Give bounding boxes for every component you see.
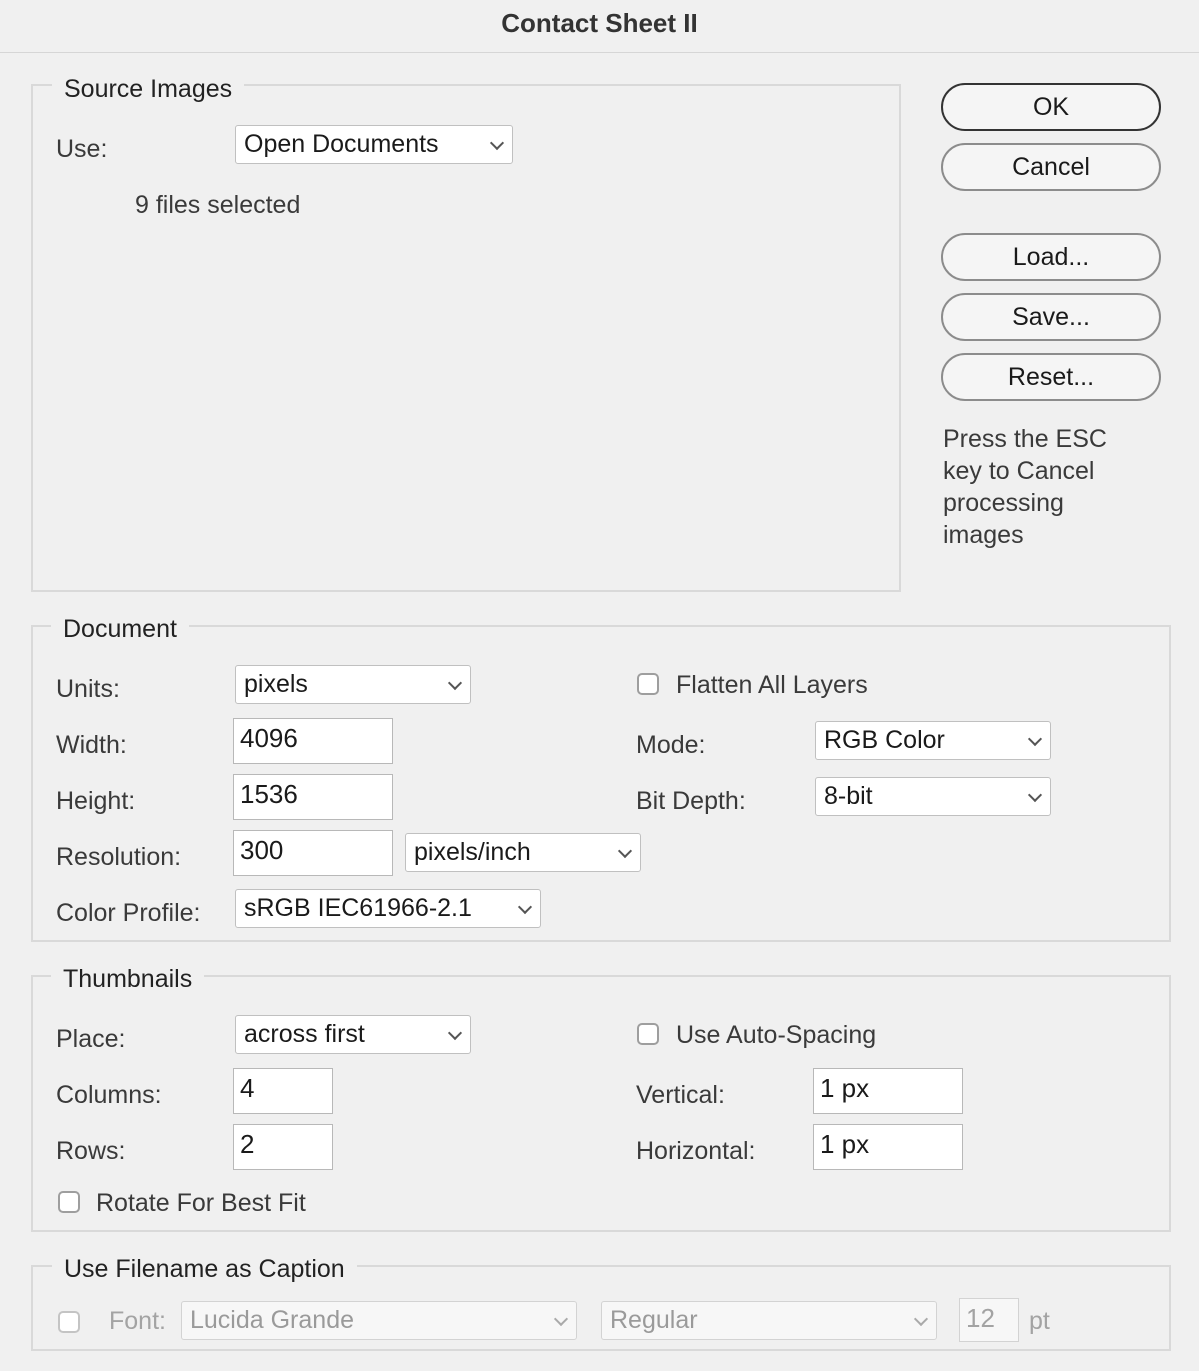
- rotate-checkbox[interactable]: [58, 1191, 80, 1213]
- chevron-down-icon: [1027, 731, 1043, 747]
- font-style-select[interactable]: Regular: [601, 1301, 937, 1340]
- ok-button[interactable]: OK: [941, 83, 1161, 131]
- width-field[interactable]: 4096: [233, 718, 393, 764]
- rotate-label[interactable]: Rotate For Best Fit: [96, 1188, 306, 1218]
- resolution-label: Resolution:: [56, 843, 182, 871]
- columns-field[interactable]: 4: [233, 1068, 333, 1114]
- mode-select-value: RGB Color: [824, 726, 945, 754]
- mode-label: Mode:: [636, 731, 706, 759]
- chevron-down-icon: [489, 135, 505, 151]
- rows-field[interactable]: 2: [233, 1124, 333, 1170]
- load-button[interactable]: Load...: [941, 233, 1161, 281]
- font-size-unit: pt: [1029, 1307, 1050, 1335]
- chevron-down-icon: [617, 843, 633, 859]
- mode-select[interactable]: RGB Color: [815, 721, 1051, 760]
- height-label: Height:: [56, 787, 136, 815]
- use-select[interactable]: Open Documents: [235, 125, 513, 164]
- window-title: Contact Sheet II: [0, 0, 1199, 53]
- chevron-down-icon: [447, 1025, 463, 1041]
- bit-depth-label: Bit Depth:: [636, 787, 746, 815]
- save-button[interactable]: Save...: [941, 293, 1161, 341]
- bit-depth-select-value: 8-bit: [824, 782, 873, 810]
- caption-checkbox[interactable]: [58, 1311, 80, 1333]
- thumbnails-title: Thumbnails: [51, 964, 205, 994]
- units-label: Units:: [56, 675, 120, 703]
- font-label: Font:: [109, 1307, 166, 1335]
- resolution-field[interactable]: 300: [233, 830, 393, 876]
- place-select[interactable]: across first: [235, 1015, 471, 1054]
- color-profile-value: sRGB IEC61966-2.1: [244, 894, 472, 922]
- units-select-value: pixels: [244, 670, 308, 698]
- chevron-down-icon: [1027, 787, 1043, 803]
- reset-button[interactable]: Reset...: [941, 353, 1161, 401]
- vertical-label: Vertical:: [636, 1081, 725, 1109]
- font-style-value: Regular: [610, 1306, 698, 1334]
- flatten-label[interactable]: Flatten All Layers: [676, 670, 868, 700]
- document-title: Document: [51, 614, 189, 644]
- esc-note-line: processing: [943, 489, 1064, 517]
- color-profile-select[interactable]: sRGB IEC61966-2.1: [235, 889, 541, 928]
- font-select[interactable]: Lucida Grande: [181, 1301, 577, 1340]
- width-label: Width:: [56, 731, 127, 759]
- place-label: Place:: [56, 1025, 126, 1053]
- font-select-value: Lucida Grande: [190, 1306, 355, 1334]
- caption-title: Use Filename as Caption: [52, 1254, 357, 1284]
- chevron-down-icon: [913, 1311, 929, 1327]
- vertical-field[interactable]: 1 px: [813, 1068, 963, 1114]
- color-profile-label: Color Profile:: [56, 899, 201, 927]
- resolution-unit-value: pixels/inch: [414, 838, 531, 866]
- cancel-button[interactable]: Cancel: [941, 143, 1161, 191]
- resolution-unit-select[interactable]: pixels/inch: [405, 833, 641, 872]
- esc-note: Press the ESC key to Cancel processing i…: [943, 423, 1143, 551]
- chevron-down-icon: [553, 1311, 569, 1327]
- chevron-down-icon: [517, 899, 533, 915]
- auto-spacing-label[interactable]: Use Auto-Spacing: [676, 1020, 876, 1050]
- use-label: Use:: [56, 135, 108, 163]
- auto-spacing-checkbox[interactable]: [637, 1023, 659, 1045]
- esc-note-line: key to Cancel: [943, 457, 1095, 485]
- rows-label: Rows:: [56, 1137, 126, 1165]
- height-field[interactable]: 1536: [233, 774, 393, 820]
- units-select[interactable]: pixels: [235, 665, 471, 704]
- esc-note-line: Press the ESC: [943, 425, 1107, 453]
- columns-label: Columns:: [56, 1081, 162, 1109]
- source-images-title: Source Images: [52, 74, 245, 104]
- use-select-value: Open Documents: [244, 130, 439, 158]
- files-selected-text: 9 files selected: [135, 191, 301, 219]
- horizontal-label: Horizontal:: [636, 1137, 756, 1165]
- font-size-field[interactable]: 12: [959, 1298, 1019, 1342]
- bit-depth-select[interactable]: 8-bit: [815, 777, 1051, 816]
- place-select-value: across first: [244, 1020, 365, 1048]
- chevron-down-icon: [447, 675, 463, 691]
- flatten-checkbox[interactable]: [637, 673, 659, 695]
- horizontal-field[interactable]: 1 px: [813, 1124, 963, 1170]
- esc-note-line: images: [943, 521, 1024, 549]
